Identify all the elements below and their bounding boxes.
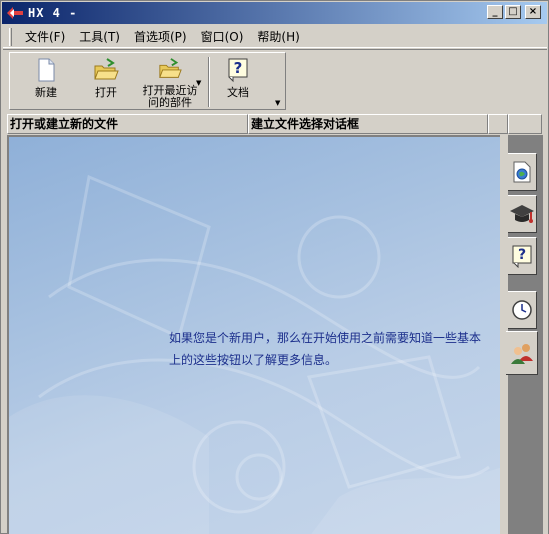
menu-help[interactable]: 帮助(H) <box>250 26 306 47</box>
maximize-button[interactable]: □ <box>505 5 521 19</box>
menu-bar: 文件(F) 工具(T) 首选项(P) 窗口(O) 帮助(H) <box>3 26 547 48</box>
menu-tools[interactable]: 工具(T) <box>72 26 127 47</box>
users-icon <box>510 344 533 364</box>
window-title: HX 4 - <box>28 6 78 20</box>
documents-button[interactable]: ? 文档 <box>210 55 266 109</box>
minimize-button[interactable]: _ <box>487 5 503 19</box>
svg-text:?: ? <box>518 247 526 263</box>
welcome-line-2: 上的这些按钮以了解更多信息。 <box>169 353 338 367</box>
header-cell-empty-1 <box>488 114 508 134</box>
app-logo-icon[interactable] <box>6 5 24 21</box>
side-tab-tutorial[interactable] <box>508 195 537 233</box>
new-button[interactable]: 新建 <box>14 55 78 109</box>
status-header-row: 打开或建立新的文件 建立文件选择对话框 <box>7 114 542 134</box>
main-window: HX 4 - _ □ × 文件(F) 工具(T) 首选项(P) 窗口(O) 帮助… <box>0 0 549 534</box>
globe-document-icon <box>513 161 531 183</box>
help-document-icon: ? <box>228 58 248 83</box>
menu-file[interactable]: 文件(F) <box>18 26 72 47</box>
welcome-line-1: 如果您是个新用户，那么在开始使用之前需要知道一些基本 <box>169 331 482 345</box>
header-open-create: 打开或建立新的文件 <box>7 114 248 134</box>
open-recent-label-2: 问的部件 <box>148 96 192 109</box>
window-frame-right <box>543 114 548 534</box>
menu-preferences[interactable]: 首选项(P) <box>127 26 194 47</box>
side-tab-strip: ? <box>500 135 543 534</box>
toolbar-overflow-arrow-icon[interactable]: ▼ <box>275 99 280 107</box>
open-folder-icon <box>94 58 119 80</box>
side-tab-history[interactable] <box>508 291 537 329</box>
side-tab-web-document[interactable] <box>508 153 537 191</box>
recent-folder-icon <box>159 58 182 78</box>
title-bar[interactable]: HX 4 - _ □ × <box>2 2 547 24</box>
header-cell-empty-2 <box>508 114 542 134</box>
documents-button-label: 文档 <box>227 86 249 99</box>
open-button[interactable]: 打开 <box>74 55 138 109</box>
new-button-label: 新建 <box>35 86 57 99</box>
graduation-cap-icon <box>510 205 534 223</box>
recent-dropdown-arrow-icon[interactable]: ▼ <box>196 79 201 87</box>
close-button[interactable]: × <box>525 5 541 19</box>
welcome-message: 如果您是个新用户，那么在开始使用之前需要知道一些基本 上的这些按钮以了解更多信息… <box>169 327 500 371</box>
menu-window[interactable]: 窗口(O) <box>194 26 251 47</box>
welcome-pane: 如果您是个新用户，那么在开始使用之前需要知道一些基本 上的这些按钮以了解更多信息… <box>7 135 500 534</box>
clock-icon <box>512 300 532 320</box>
open-button-label: 打开 <box>95 86 117 99</box>
menu-grip[interactable] <box>9 27 12 46</box>
side-tab-help[interactable]: ? <box>508 237 537 275</box>
header-file-dialog: 建立文件选择对话框 <box>248 114 488 134</box>
toolbar-panel: 新建 打开 打开最近访 问的部件 ▼ ? 文档 ▼ <box>9 52 286 110</box>
help-icon: ? <box>512 245 532 268</box>
side-tab-users[interactable] <box>506 331 538 375</box>
new-document-icon <box>38 58 55 82</box>
svg-text:?: ? <box>234 59 243 77</box>
toolbar: 新建 打开 打开最近访 问的部件 ▼ ? 文档 ▼ <box>3 49 547 113</box>
